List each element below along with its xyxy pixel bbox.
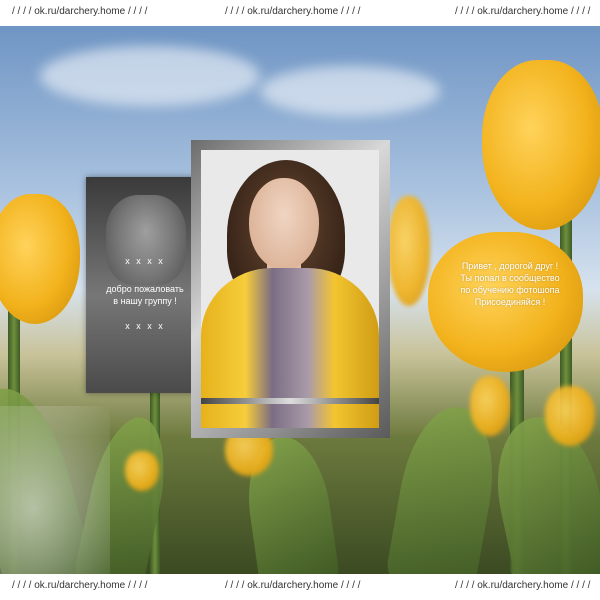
footer-bar: / / / / ok.ru/darchery.home / / / / / / …	[0, 574, 600, 600]
welcome-message: добро пожаловать в нашу группу !	[86, 283, 204, 307]
greeting-line-2: Ты попал в сообщество	[460, 273, 560, 283]
portrait-frame	[191, 140, 390, 438]
tulip-greeting: Привет , дорогой друг ! Ты попал в сообщ…	[442, 260, 578, 308]
grayscale-portrait	[106, 195, 186, 285]
cloud	[40, 46, 260, 106]
welcome-line-1: добро пожаловать	[106, 284, 184, 294]
light-glow	[0, 406, 110, 574]
header-link-center[interactable]: / / / / ok.ru/darchery.home / / / /	[225, 6, 360, 17]
footer-link-left[interactable]: / / / / ok.ru/darchery.home / / / /	[12, 580, 147, 591]
tulip-flower	[482, 60, 600, 230]
tulip-flower	[0, 194, 80, 324]
footer-link-right[interactable]: / / / / ok.ru/darchery.home / / / /	[455, 580, 590, 591]
decor-marker-bottom: x x x x	[125, 321, 165, 331]
greeting-line-3: по обучению фотошопа	[460, 285, 560, 295]
header-link-right[interactable]: / / / / ok.ru/darchery.home / / / /	[455, 6, 590, 17]
portrait-photo	[201, 150, 379, 428]
header-link-left[interactable]: / / / / ok.ru/darchery.home / / / /	[12, 6, 147, 17]
greeting-line-4: Присоединяйся !	[474, 297, 546, 307]
welcome-card: x x x x добро пожаловать в нашу группу !…	[86, 177, 204, 393]
tulip-flower	[545, 386, 595, 446]
jacket-trim	[201, 398, 379, 404]
greeting-line-1: Привет , дорогой друг !	[461, 261, 559, 271]
welcome-line-2: в нашу группу !	[113, 296, 177, 306]
tulip-flower	[125, 451, 159, 491]
decor-marker-top: x x x x	[125, 256, 165, 266]
portrait-jacket	[201, 268, 379, 428]
cloud	[260, 66, 440, 116]
portrait-face	[249, 178, 319, 270]
footer-link-center[interactable]: / / / / ok.ru/darchery.home / / / /	[225, 580, 360, 591]
tulip-flower	[388, 196, 430, 306]
header-bar: / / / / ok.ru/darchery.home / / / / / / …	[0, 0, 600, 26]
tulip-flower	[470, 376, 510, 436]
